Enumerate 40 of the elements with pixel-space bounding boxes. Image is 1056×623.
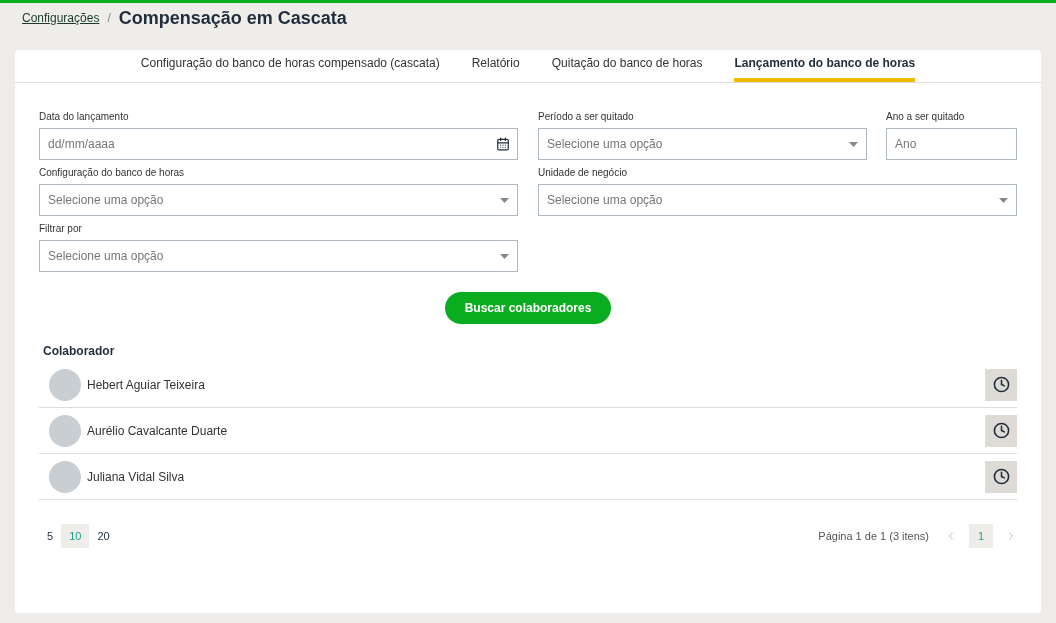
dropdown-caret-icon <box>999 197 1008 203</box>
employee-name: Juliana Vidal Silva <box>87 468 186 486</box>
breadcrumb-link[interactable]: Configurações <box>22 9 100 27</box>
select-field[interactable]: Selecione uma opção <box>39 240 518 272</box>
clock-button[interactable] <box>985 368 1017 401</box>
field-label: Período a ser quitado <box>538 111 635 124</box>
year-input-field[interactable]: Ano <box>886 128 1017 160</box>
dropdown-caret-icon <box>500 253 509 259</box>
page-info: Página 1 de 1 (3 itens) <box>818 528 929 544</box>
field-label: Filtrar por <box>39 223 83 236</box>
clock-icon <box>992 376 1010 393</box>
tab[interactable]: Quitação do banco de horas <box>551 54 703 82</box>
column-header: Colaborador <box>42 343 116 360</box>
select-field[interactable]: Selecione uma opção <box>39 184 518 216</box>
page-size-option[interactable]: 5 <box>39 524 62 548</box>
avatar-placeholder <box>49 414 81 447</box>
employee-name: Hebert Aguiar Teixeira <box>87 376 206 394</box>
field-label: Data do lançamento <box>39 111 130 124</box>
field-label: Unidade de negócio <box>538 167 628 180</box>
avatar-placeholder <box>49 368 81 401</box>
field-label: Configuração do banco de horas <box>39 167 186 180</box>
select-field[interactable]: Selecione uma opção <box>538 184 1017 216</box>
clock-button[interactable] <box>985 460 1017 493</box>
tab[interactable]: Configuração do banco de horas compensado (cascata) <box>140 54 440 82</box>
breadcrumb-separator: / <box>107 10 111 27</box>
avatar-placeholder <box>49 460 81 493</box>
clock-icon <box>992 468 1010 485</box>
field-label: Ano a ser quitado <box>886 111 966 124</box>
tab[interactable]: Lançamento do banco de horas <box>734 54 916 82</box>
employee-name: Aurélio Cavalcante Duarte <box>87 422 229 440</box>
date-field[interactable]: dd/mm/aaaa <box>39 128 518 160</box>
clock-icon <box>992 422 1010 439</box>
clock-button[interactable] <box>985 414 1017 447</box>
calendar-icon <box>496 137 510 151</box>
page-title: Compensação em Cascata <box>118 6 347 30</box>
select-field[interactable]: Selecione uma opção <box>538 128 867 160</box>
page-size-option[interactable]: 20 <box>89 524 118 548</box>
tab[interactable]: Relatório <box>471 54 520 82</box>
dropdown-caret-icon <box>849 141 858 147</box>
dropdown-caret-icon <box>500 197 509 203</box>
